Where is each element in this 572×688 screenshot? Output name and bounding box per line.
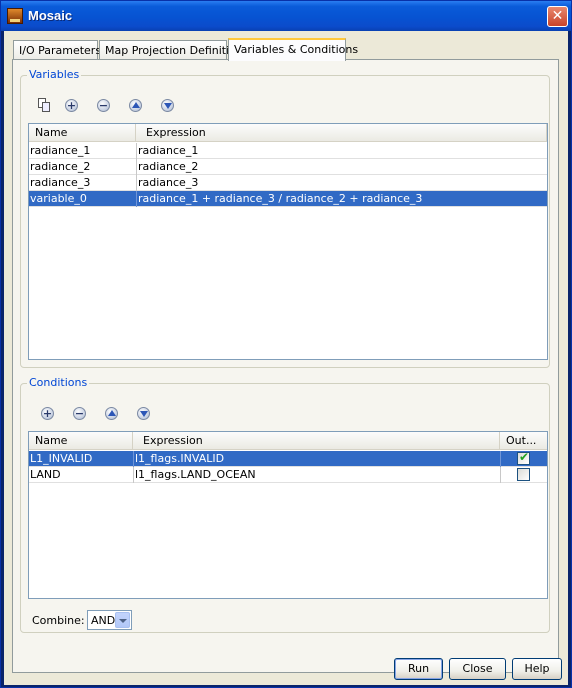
variable-expression-cell[interactable]: radiance_2 bbox=[137, 159, 547, 175]
variables-group: Variables + − Name Expression radiance_1… bbox=[20, 68, 550, 368]
move-up-icon bbox=[129, 99, 142, 112]
remove-icon: − bbox=[97, 99, 110, 112]
combine-value: AND bbox=[91, 614, 116, 627]
condition-output-cell[interactable]: ✔ bbox=[501, 451, 547, 467]
close-button[interactable]: Close bbox=[449, 658, 506, 680]
variable-name-cell[interactable]: radiance_3 bbox=[29, 175, 137, 191]
column-header-expression[interactable]: Expression bbox=[133, 432, 500, 449]
table-row-selected[interactable]: variable_0 radiance_1 + radiance_3 / rad… bbox=[29, 191, 547, 207]
tab-variables-conditions[interactable]: Variables & Conditions bbox=[228, 38, 358, 61]
column-header-output[interactable]: Out... bbox=[500, 432, 547, 449]
help-button[interactable]: Help bbox=[512, 658, 562, 680]
table-row[interactable]: radiance_2 radiance_2 bbox=[29, 159, 547, 175]
tab-map-projection[interactable]: Map Projection Definition bbox=[99, 40, 243, 60]
column-header-name[interactable]: Name bbox=[29, 124, 136, 141]
condition-name-cell[interactable]: L1_INVALID bbox=[29, 451, 134, 467]
combine-select[interactable]: AND bbox=[87, 610, 132, 630]
condition-output-cell[interactable] bbox=[501, 467, 547, 483]
move-down-icon bbox=[137, 407, 150, 420]
checkmark-icon: ✔ bbox=[519, 451, 530, 464]
move-down-icon bbox=[161, 99, 174, 112]
run-button[interactable]: Run bbox=[394, 658, 443, 680]
move-condition-down-button[interactable] bbox=[136, 406, 152, 422]
tab-panel: Variables + − Name Expression radiance_1… bbox=[12, 59, 559, 673]
table-row[interactable]: radiance_3 radiance_3 bbox=[29, 175, 547, 191]
variable-name-cell[interactable]: radiance_1 bbox=[29, 143, 137, 159]
output-checkbox[interactable]: ✔ bbox=[517, 451, 530, 465]
condition-expression-cell[interactable]: l1_flags.INVALID bbox=[134, 451, 501, 467]
copy-icon[interactable] bbox=[36, 97, 52, 113]
remove-variable-button[interactable]: − bbox=[96, 98, 112, 114]
variable-name-cell[interactable]: radiance_2 bbox=[29, 159, 137, 175]
table-row-selected[interactable]: L1_INVALID l1_flags.INVALID ✔ bbox=[29, 451, 547, 467]
variable-name-cell[interactable]: variable_0 bbox=[29, 191, 137, 207]
output-checkbox[interactable] bbox=[517, 468, 530, 481]
dialog-body: I/O Parameters Map Projection Definition… bbox=[4, 31, 568, 685]
move-variable-down-button[interactable] bbox=[160, 98, 176, 114]
column-header-expression[interactable]: Expression bbox=[136, 124, 547, 141]
app-icon bbox=[7, 8, 23, 24]
table-row[interactable]: LAND l1_flags.LAND_OCEAN bbox=[29, 467, 547, 483]
remove-icon: − bbox=[73, 407, 86, 420]
variables-group-label: Variables bbox=[27, 68, 82, 81]
conditions-table[interactable]: Name Expression Out... L1_INVALID l1_fla… bbox=[28, 431, 548, 599]
chevron-down-icon[interactable] bbox=[115, 612, 130, 628]
variable-expression-cell[interactable]: radiance_1 bbox=[137, 143, 547, 159]
table-row[interactable]: radiance_1 radiance_1 bbox=[29, 143, 547, 159]
variables-table[interactable]: Name Expression radiance_1 radiance_1 ra… bbox=[28, 123, 548, 360]
variable-expression-cell[interactable]: radiance_1 + radiance_3 / radiance_2 + r… bbox=[137, 191, 547, 207]
conditions-group-label: Conditions bbox=[27, 376, 90, 389]
tab-io-parameters[interactable]: I/O Parameters bbox=[13, 40, 101, 60]
combine-label: Combine: bbox=[32, 614, 85, 627]
condition-name-cell[interactable]: LAND bbox=[29, 467, 134, 483]
variables-table-header: Name Expression bbox=[29, 124, 547, 142]
move-up-icon bbox=[105, 407, 118, 420]
move-variable-up-button[interactable] bbox=[128, 98, 144, 114]
add-icon: + bbox=[65, 99, 78, 112]
move-condition-up-button[interactable] bbox=[104, 406, 120, 422]
title-bar[interactable]: Mosaic ✕ bbox=[1, 1, 571, 31]
conditions-table-header: Name Expression Out... bbox=[29, 432, 547, 450]
add-variable-button[interactable]: + bbox=[64, 98, 80, 114]
add-icon: + bbox=[41, 407, 54, 420]
variable-expression-cell[interactable]: radiance_3 bbox=[137, 175, 547, 191]
add-condition-button[interactable]: + bbox=[40, 406, 56, 422]
conditions-group: Conditions + − Name Expression Out... L1… bbox=[20, 376, 550, 633]
mosaic-window: Mosaic ✕ I/O Parameters Map Projection D… bbox=[0, 0, 572, 688]
remove-condition-button[interactable]: − bbox=[72, 406, 88, 422]
close-window-button[interactable]: ✕ bbox=[547, 6, 568, 27]
column-header-name[interactable]: Name bbox=[29, 432, 133, 449]
condition-expression-cell[interactable]: l1_flags.LAND_OCEAN bbox=[134, 467, 501, 483]
window-title: Mosaic bbox=[28, 8, 73, 23]
